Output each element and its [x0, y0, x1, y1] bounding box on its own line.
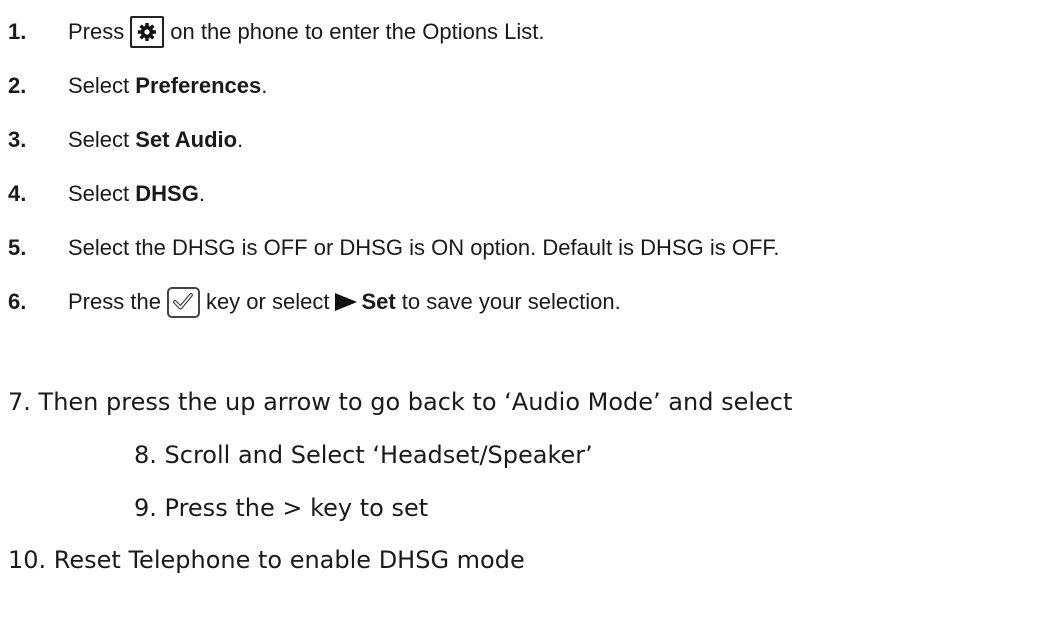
- step-bold-text: Preferences: [135, 73, 262, 98]
- step-text: .: [237, 127, 244, 152]
- options-key: [130, 16, 165, 48]
- step-text: Select the DHSG is OFF or DHSG is ON opt…: [68, 235, 780, 260]
- step-text: .: [198, 181, 205, 206]
- step-text: to save your selection.: [395, 289, 621, 314]
- step-2: 2. Select Preferences .: [8, 66, 267, 106]
- step-text: Select: [68, 127, 136, 152]
- step-text: .: [261, 73, 268, 98]
- step-bold-text: Set: [361, 289, 396, 314]
- step-8: 8. Scroll and Select ‘Headset/Speaker’: [134, 441, 593, 469]
- step-text: Press: [68, 19, 125, 44]
- select-key: [166, 286, 200, 318]
- step-number: 3.: [8, 127, 27, 152]
- step-number: 2.: [8, 73, 27, 98]
- play-arrow-icon: [335, 293, 358, 311]
- step-bold-text: DHSG: [135, 181, 199, 206]
- step-1: 1. Press on the phone to enter the Optio…: [8, 12, 545, 52]
- step-number: 4.: [8, 181, 27, 206]
- step-bold-text: Set Audio: [135, 127, 238, 152]
- step-10: 10. Reset Telephone to enable DHSG mode: [8, 546, 525, 574]
- step-text: Select: [68, 73, 136, 98]
- step-text: Select: [68, 181, 136, 206]
- step-6: 6. Press the key or select Set to save y…: [8, 282, 621, 322]
- step-text: Press the: [68, 289, 161, 314]
- step-4: 4. Select DHSG .: [8, 174, 205, 214]
- step-number: 6.: [8, 289, 27, 314]
- checkmark-icon: [173, 293, 194, 310]
- step-5: 5. Select the DHSG is OFF or DHSG is ON …: [8, 228, 780, 268]
- step-7: 7. Then press the up arrow to go back to…: [8, 388, 793, 416]
- step-3: 3. Select Set Audio .: [8, 120, 243, 160]
- step-number: 5.: [8, 235, 27, 260]
- step-text: key or select: [205, 289, 330, 314]
- step-number: 1.: [8, 19, 27, 44]
- step-text: on the phone to enter the Options List.: [170, 19, 545, 44]
- step-9: 9. Press the > key to set: [134, 494, 429, 522]
- gear-icon: [138, 23, 157, 41]
